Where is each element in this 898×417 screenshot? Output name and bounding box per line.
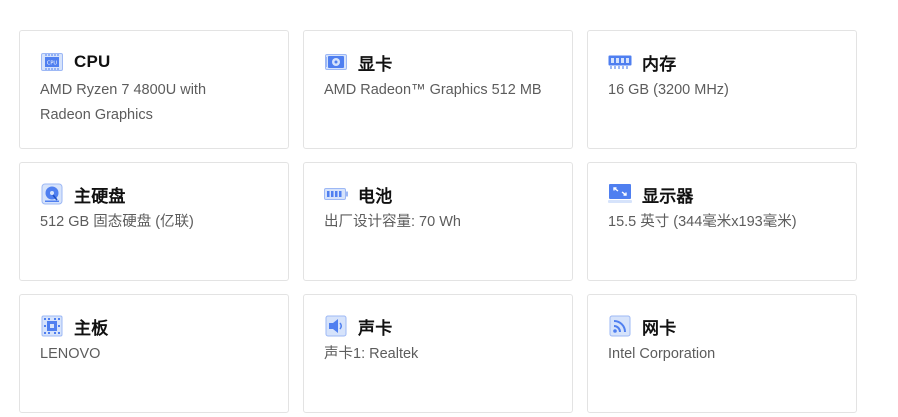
card-header: 电池	[324, 181, 552, 207]
monitor-icon	[608, 182, 632, 206]
card-header: 内存	[608, 49, 836, 75]
cpu-icon: CPU	[40, 50, 64, 74]
card-title: 网卡	[642, 318, 677, 338]
hard-disk-icon	[40, 182, 64, 206]
card-header: 主板	[40, 313, 268, 339]
card-title: 显卡	[358, 54, 393, 74]
card-description: 出厂设计容量: 70 Wh	[324, 214, 461, 230]
motherboard-icon	[40, 314, 64, 338]
card-header: CPU CPU	[40, 49, 268, 75]
card-graphics: 显卡 AMD Radeon™ Graphics 512 MB	[303, 30, 573, 149]
card-header: 声卡	[324, 313, 552, 339]
card-network: 网卡 Intel Corporation	[587, 294, 857, 413]
card-description: 512 GB 固态硬盘 (亿联)	[40, 214, 194, 230]
hardware-info-grid: CPU CPU AMD Ryzen 7 4800U with Radeon Gr…	[19, 30, 857, 413]
card-hard-disk: 主硬盘 512 GB 固态硬盘 (亿联)	[19, 162, 289, 281]
card-title: 电池	[358, 186, 393, 206]
card-title: 声卡	[358, 318, 393, 338]
card-title: CPU	[74, 52, 111, 71]
card-header: 主硬盘	[40, 181, 268, 207]
card-header: 网卡	[608, 313, 836, 339]
card-sound: 声卡 声卡1: Realtek	[303, 294, 573, 413]
card-title: 主硬盘	[74, 186, 126, 206]
card-description: 15.5 英寸 (344毫米x193毫米)	[608, 214, 797, 230]
sound-card-icon	[324, 314, 348, 338]
card-memory: 内存 16 GB (3200 MHz)	[587, 30, 857, 149]
card-description: Intel Corporation	[608, 346, 716, 362]
card-title: 显示器	[642, 186, 694, 206]
card-battery: 电池 出厂设计容量: 70 Wh	[303, 162, 573, 281]
graphics-card-icon	[324, 50, 348, 74]
card-title: 内存	[642, 54, 677, 74]
svg-text:CPU: CPU	[47, 61, 58, 67]
card-title: 主板	[74, 318, 109, 338]
card-description: AMD Radeon™ Graphics 512 MB	[324, 82, 542, 98]
card-cpu: CPU CPU AMD Ryzen 7 4800U with Radeon Gr…	[19, 30, 289, 149]
card-motherboard: 主板 LENOVO	[19, 294, 289, 413]
memory-icon	[608, 50, 632, 74]
card-header: 显示器	[608, 181, 836, 207]
card-header: 显卡	[324, 49, 552, 75]
battery-icon	[324, 182, 348, 206]
card-description: 16 GB (3200 MHz)	[608, 82, 729, 98]
card-description: AMD Ryzen 7 4800U with Radeon Graphics	[40, 82, 207, 123]
network-card-icon	[608, 314, 632, 338]
card-description: LENOVO	[40, 346, 101, 362]
card-monitor: 显示器 15.5 英寸 (344毫米x193毫米)	[587, 162, 857, 281]
card-description: 声卡1: Realtek	[324, 346, 419, 362]
